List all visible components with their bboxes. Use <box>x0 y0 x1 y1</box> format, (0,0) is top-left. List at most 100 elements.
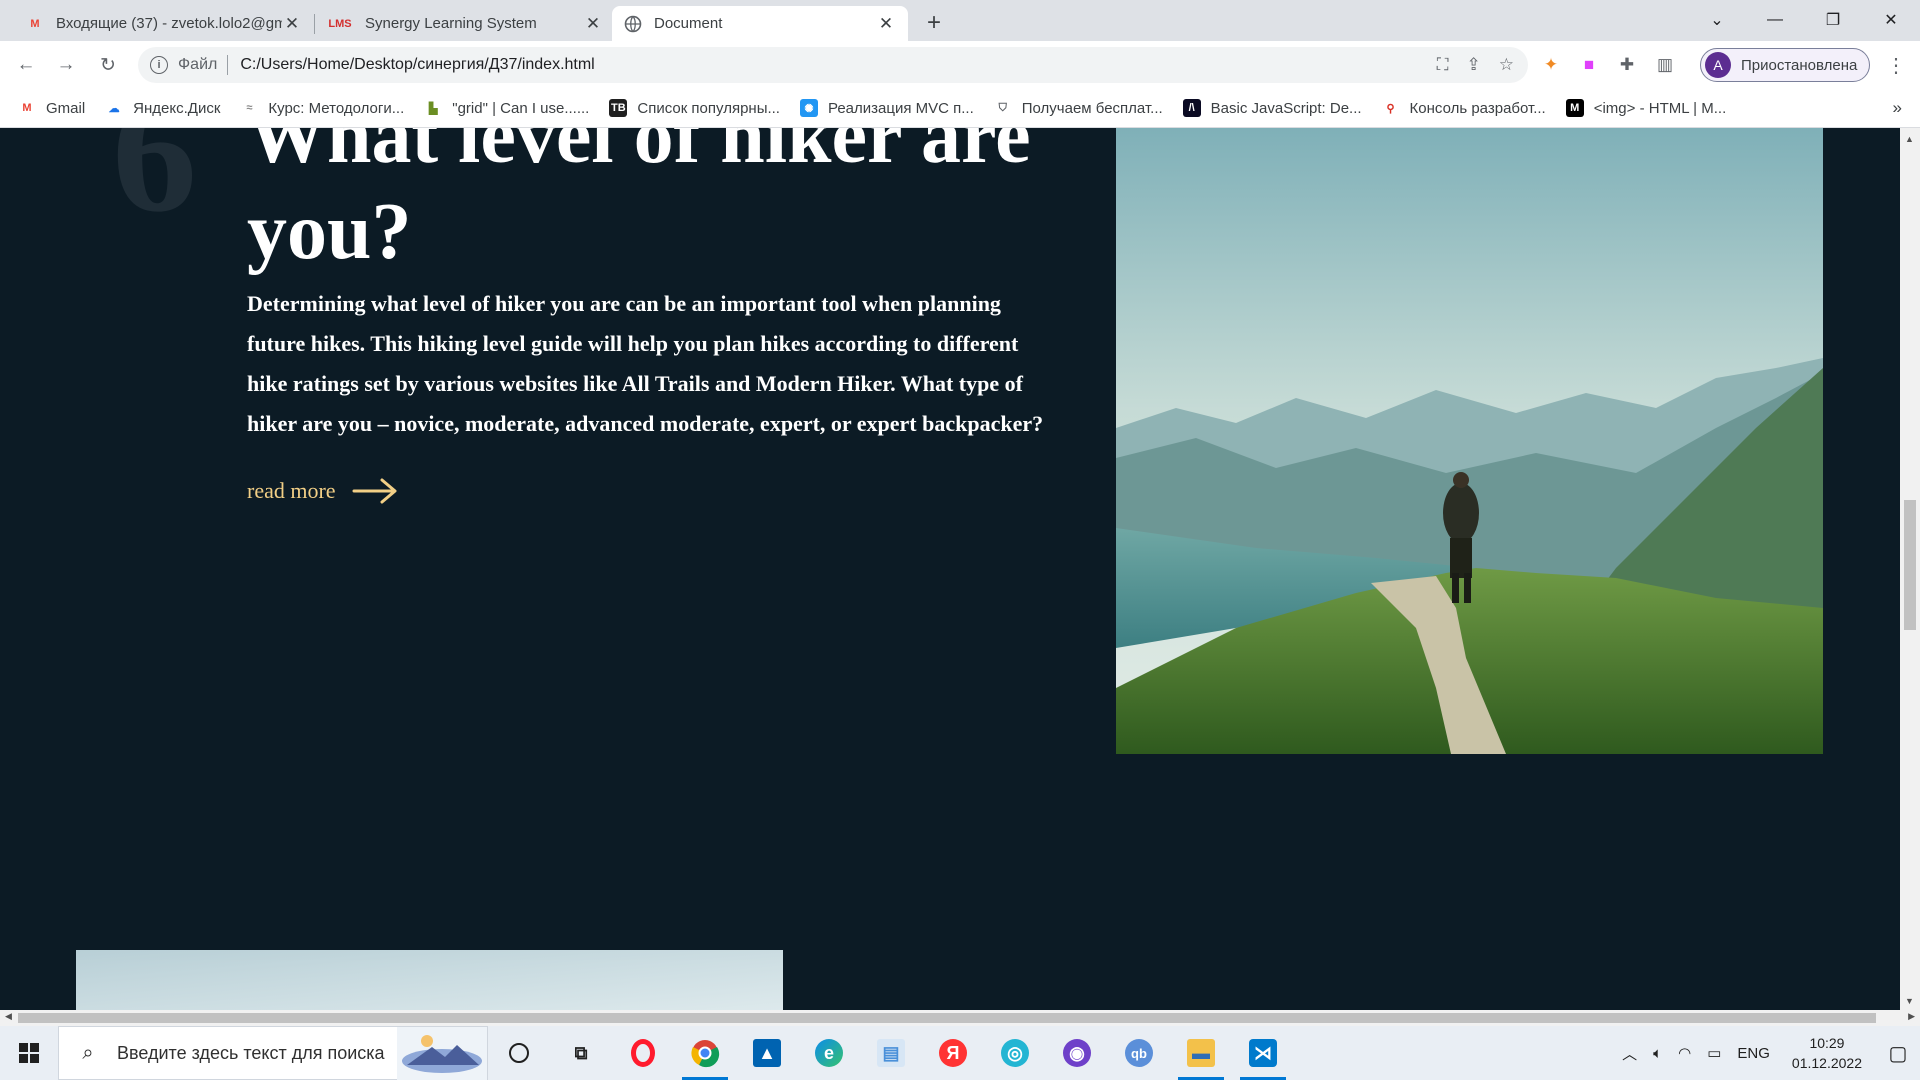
translate-icon[interactable]: ⛶ <box>1437 55 1449 75</box>
scrollbar-thumb[interactable] <box>18 1013 1876 1023</box>
bookmark-caniuse[interactable]: ▙ "grid" | Can I use...... <box>424 99 589 117</box>
address-url[interactable]: C:/Users/Home/Desktop/синергия/Д37/index… <box>240 56 594 74</box>
opera-icon[interactable] <box>612 1026 674 1080</box>
tab-search-icon[interactable]: ⌄ <box>1688 0 1746 40</box>
bookmarks-overflow-icon[interactable]: » <box>1893 98 1902 118</box>
bookmark-popular-list[interactable]: TB Список популярны... <box>609 99 780 117</box>
tab-title: Synergy Learning System <box>365 15 537 32</box>
file-explorer-icon[interactable]: ▬ <box>1170 1026 1232 1080</box>
bookmark-label: Получаем бесплат... <box>1021 99 1163 117</box>
side-panel-icon[interactable]: ▥ <box>1654 54 1676 76</box>
browser-menu-icon[interactable]: ⋮ <box>1880 49 1912 81</box>
notification-icon[interactable]: ▢ <box>1876 1041 1920 1066</box>
bookmark-label: Gmail <box>46 99 86 117</box>
bookmark-free[interactable]: ⛉ Получаем бесплат... <box>994 99 1163 117</box>
info-icon[interactable]: i <box>150 56 168 74</box>
maximize-button[interactable]: ❐ <box>1804 0 1862 40</box>
extensions-puzzle-icon[interactable]: ✚ <box>1616 54 1638 76</box>
chrome-icon[interactable] <box>674 1026 736 1080</box>
clock-time: 10:29 <box>1809 1035 1845 1051</box>
bookmark-gmail[interactable]: M Gmail <box>18 99 85 117</box>
profile-status: Приостановлена <box>1741 56 1858 74</box>
gmail-icon: M <box>30 17 40 30</box>
bookmark-label: Консоль разработ... <box>1409 99 1546 117</box>
chevron-up-icon[interactable]: ︿ <box>1622 1043 1637 1064</box>
edge-icon[interactable]: e <box>798 1026 860 1080</box>
scroll-right-icon[interactable]: ▶ <box>1908 1011 1915 1022</box>
reload-button[interactable]: ↻ <box>92 49 124 81</box>
bookmark-label: Курс: Методологи... <box>268 99 405 117</box>
bookmark-mdn[interactable]: M <img> - HTML | M... <box>1565 99 1727 117</box>
vscode-icon[interactable]: ⋊ <box>1232 1026 1294 1080</box>
tab-strip: M Входящие (37) - zvetok.lolo2@gm ✕ LMS … <box>0 0 1920 41</box>
bookmark-label: <img> - HTML | M... <box>1593 99 1727 117</box>
section-paragraph: Determining what level of hiker you are … <box>247 291 1044 436</box>
photos-icon[interactable]: ▲ <box>736 1026 798 1080</box>
tab-synergy[interactable]: LMS Synergy Learning System ✕ <box>315 6 615 41</box>
gear-icon: ✺ <box>799 99 818 117</box>
task-view-icon[interactable]: ⧉ <box>550 1026 612 1080</box>
scroll-left-icon[interactable]: ◀ <box>5 1011 12 1022</box>
wifi-icon[interactable]: ◠ <box>1678 1044 1691 1062</box>
extension-gradient-icon[interactable]: ■ <box>1578 54 1600 76</box>
new-tab-button[interactable]: + <box>920 9 948 37</box>
close-icon[interactable]: ✕ <box>583 14 603 34</box>
extensions-area: ✦ ■ ✚ ▥ <box>1540 49 1676 81</box>
yandex-disk-icon: ☁ <box>108 102 120 115</box>
yandex-browser-icon[interactable]: Я <box>922 1026 984 1080</box>
bookmarks-bar: M Gmail ☁ Яндекс.Диск ≈ Курс: Методологи… <box>0 89 1920 128</box>
clock[interactable]: 10:29 01.12.2022 <box>1792 1033 1862 1073</box>
language-indicator[interactable]: ENG <box>1737 1045 1770 1062</box>
bookmark-label: "grid" | Can I use...... <box>452 99 590 117</box>
cortana-icon[interactable] <box>488 1026 550 1080</box>
bookmark-mvc[interactable]: ✺ Реализация MVC п... <box>799 99 974 117</box>
extension-orange-icon[interactable]: ✦ <box>1540 54 1562 76</box>
forward-button[interactable]: → <box>50 49 82 81</box>
bookmark-star-icon[interactable]: ☆ <box>1499 55 1514 75</box>
search-icon: ⌕ <box>82 1041 94 1064</box>
horizontal-scrollbar[interactable]: ◀ ▶ <box>0 1010 1920 1026</box>
gmail-icon: M <box>22 102 32 114</box>
bookmark-course[interactable]: ≈ Курс: Методологи... <box>240 99 404 117</box>
read-more-link[interactable]: read more <box>247 478 398 504</box>
section-number: 6 <box>112 128 197 247</box>
close-window-button[interactable]: ✕ <box>1862 0 1920 40</box>
scrollbar-thumb[interactable] <box>1904 500 1916 630</box>
search-placeholder: Введите здесь текст для поиска <box>117 1042 385 1063</box>
tab-gmail[interactable]: M Входящие (37) - zvetok.lolo2@gm ✕ <box>14 6 314 41</box>
bookmark-yandex-disk[interactable]: ☁ Яндекс.Диск <box>105 99 221 117</box>
profile-button[interactable]: A Приостановлена <box>1700 48 1871 82</box>
avatar: A <box>1705 52 1731 78</box>
volume-icon[interactable]: 🔈︎ <box>1653 1045 1662 1062</box>
notepad-icon[interactable]: ▤ <box>860 1026 922 1080</box>
caniuse-icon: ▙ <box>429 102 438 115</box>
omnibox-actions: ⛶ ⇪ ☆ <box>1437 47 1514 83</box>
fcc-icon: /\ <box>1182 99 1201 117</box>
scroll-up-icon[interactable]: ▲ <box>1905 134 1914 144</box>
tb-icon: TB <box>609 99 628 117</box>
start-button[interactable] <box>0 1026 58 1080</box>
close-icon[interactable]: ✕ <box>282 14 302 34</box>
tab-document[interactable]: Document ✕ <box>612 6 908 41</box>
address-bar[interactable]: i Файл C:/Users/Home/Desktop/синергия/Д3… <box>138 47 1528 83</box>
qbittorrent-icon[interactable]: qb <box>1108 1026 1170 1080</box>
app-teal-icon[interactable]: ◎ <box>984 1026 1046 1080</box>
address-scheme: Файл <box>178 56 218 73</box>
close-icon[interactable]: ✕ <box>876 14 896 34</box>
bookmark-label: Список популярны... <box>637 99 780 117</box>
lms-icon: LMS <box>328 17 352 30</box>
github-icon[interactable]: ◉ <box>1046 1026 1108 1080</box>
taskbar-search-input[interactable]: ⌕ Введите здесь текст для поиска <box>58 1026 488 1080</box>
vertical-scrollbar[interactable]: ▲ ▼ <box>1900 128 1920 1010</box>
battery-icon[interactable]: ▭ <box>1707 1044 1721 1062</box>
scroll-down-icon[interactable]: ▼ <box>1905 996 1914 1006</box>
section-heading: What level of hiker are you? <box>247 128 1031 276</box>
back-button[interactable]: ← <box>10 49 42 81</box>
bookmark-console[interactable]: ⚲ Консоль разработ... <box>1382 99 1546 117</box>
share-icon[interactable]: ⇪ <box>1467 55 1481 75</box>
divider <box>227 55 229 75</box>
bookmark-fcc[interactable]: /\ Basic JavaScript: De... <box>1182 99 1362 117</box>
minimize-button[interactable]: — <box>1746 0 1804 40</box>
next-section-photo <box>76 950 783 1010</box>
windows-taskbar: ⌕ Введите здесь текст для поиска ⧉ ▲ e ▤… <box>0 1026 1920 1080</box>
